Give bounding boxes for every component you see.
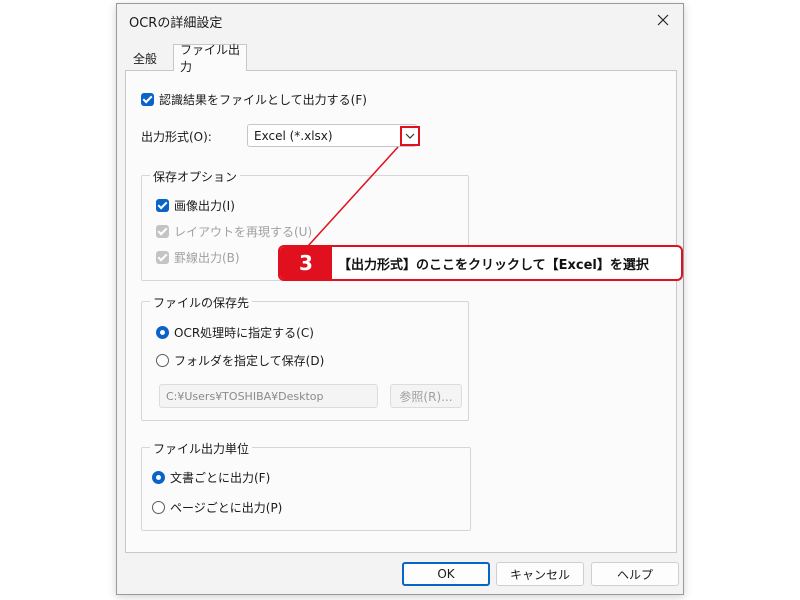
help-button[interactable]: ヘルプ (591, 562, 679, 586)
image-output-checkbox[interactable]: 画像出力(I) (156, 197, 235, 214)
ok-button-label: OK (437, 567, 455, 581)
save-path-value: C:¥Users¥TOSHIBA¥Desktop (166, 390, 324, 403)
radio-specify-folder-label: フォルダを指定して保存(D) (174, 354, 325, 368)
browse-button-label: 参照(R)... (399, 389, 453, 404)
close-button[interactable] (643, 4, 683, 36)
dialog-title: OCRの詳細設定 (129, 16, 223, 31)
tab-file-output-label: ファイル出力 (180, 43, 241, 74)
radio-specify-folder[interactable]: フォルダを指定して保存(D) (156, 352, 324, 369)
format-select[interactable]: Excel (*.xlsx) (247, 124, 417, 147)
radio-per-page[interactable]: ページごとに出力(P) (152, 499, 282, 516)
radio-per-page-label: ページごとに出力(P) (170, 501, 283, 515)
output-unit-group: ファイル出力単位 文書ごとに出力(F) ページごとに出力(P) (141, 440, 471, 531)
tab-general-label: 全般 (133, 51, 158, 66)
radio-unselected-icon (156, 354, 169, 367)
ruled-lines-label: 罫線出力(B) (174, 251, 240, 265)
radio-specify-at-ocr-label: OCR処理時に指定する(C) (174, 326, 314, 340)
title-bar: OCRの詳細設定 (117, 4, 683, 36)
cancel-button[interactable]: キャンセル (496, 562, 584, 586)
cancel-button-label: キャンセル (509, 567, 570, 582)
radio-per-document[interactable]: 文書ごとに出力(F) (152, 469, 270, 486)
format-label-row: 出力形式(O): (141, 128, 212, 145)
format-label: 出力形式(O): (141, 130, 212, 144)
browse-button: 参照(R)... (390, 384, 462, 408)
callout-step-number: 3 (280, 247, 332, 279)
chevron-down-icon (405, 133, 415, 139)
format-dropdown-button[interactable] (400, 126, 420, 146)
ok-button[interactable]: OK (402, 562, 490, 586)
radio-unselected-icon (152, 501, 165, 514)
output-unit-legend: ファイル出力単位 (150, 440, 253, 457)
save-path-input: C:¥Users¥TOSHIBA¥Desktop (159, 384, 378, 408)
reproduce-layout-label: レイアウトを再現する(U) (174, 225, 313, 239)
close-icon (657, 14, 669, 26)
ocr-settings-dialog: OCRの詳細設定 全般 ファイル出力 認識結果をファイルとして出力する(F) 出… (116, 3, 684, 595)
save-location-group: ファイルの保存先 OCR処理時に指定する(C) フォルダを指定して保存(D) C… (141, 294, 469, 421)
help-button-label: ヘルプ (616, 567, 653, 582)
callout-text: 【出力形式】のここをクリックして【Excel】を選択 (338, 257, 649, 273)
radio-selected-icon (156, 326, 169, 339)
image-output-label: 画像出力(I) (174, 199, 235, 213)
checkbox-disabled-icon (156, 225, 169, 238)
save-location-legend: ファイルの保存先 (150, 294, 253, 311)
ruled-lines-checkbox: 罫線出力(B) (156, 249, 240, 266)
format-value: Excel (*.xlsx) (254, 129, 333, 143)
radio-selected-icon (152, 471, 165, 484)
checkbox-checked-icon (141, 93, 154, 106)
tab-file-output[interactable]: ファイル出力 (173, 43, 247, 74)
radio-specify-at-ocr[interactable]: OCR処理時に指定する(C) (156, 324, 314, 341)
output-to-file-label: 認識結果をファイルとして出力する(F) (159, 93, 367, 107)
checkbox-disabled-icon (156, 251, 169, 264)
instruction-callout: 3 【出力形式】のここをクリックして【Excel】を選択 (278, 245, 683, 281)
save-options-legend: 保存オプション (150, 168, 241, 185)
checkbox-checked-icon (156, 199, 169, 212)
radio-per-document-label: 文書ごとに出力(F) (170, 471, 271, 485)
output-to-file-checkbox[interactable]: 認識結果をファイルとして出力する(F) (141, 91, 367, 108)
tab-panel: 認識結果をファイルとして出力する(F) 出力形式(O): Excel (*.xl… (125, 70, 677, 553)
tab-general[interactable]: 全般 (127, 46, 173, 70)
reproduce-layout-checkbox: レイアウトを再現する(U) (156, 223, 312, 240)
